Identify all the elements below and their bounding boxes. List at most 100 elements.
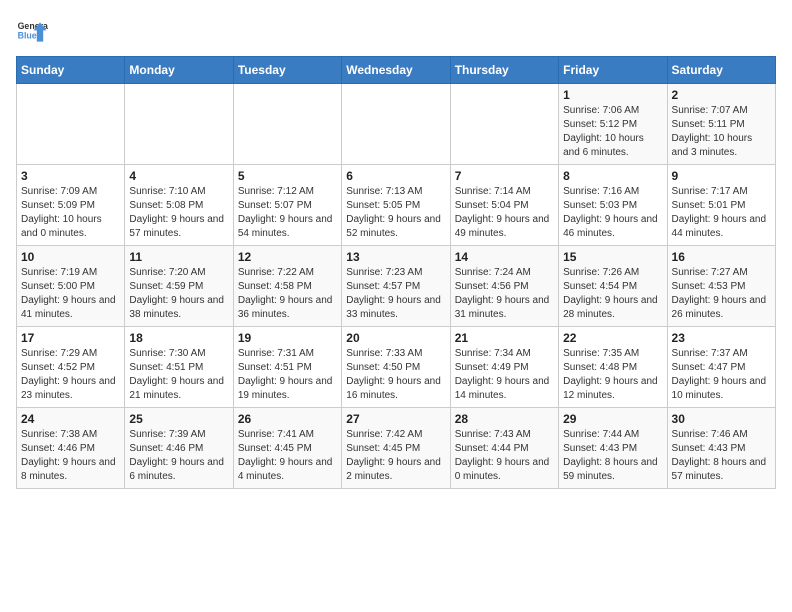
day-info: Sunrise: 7:16 AM Sunset: 5:03 PM Dayligh… [563,185,662,241]
day-number: 9 [672,169,771,183]
day-info: Sunrise: 7:41 AM Sunset: 4:45 PM Dayligh… [238,428,337,484]
day-number: 10 [21,250,120,264]
day-number: 25 [129,412,228,426]
calendar-week-row: 17Sunrise: 7:29 AM Sunset: 4:52 PM Dayli… [17,327,776,408]
calendar-day-cell: 23 Sunrise: 7:37 AM Sunset: 4:47 PM Dayli… [667,327,775,408]
day-info: Sunrise: 7:46 AM Sunset: 4:43 PM Dayligh… [672,428,771,484]
day-info: Sunrise: 7:37 AM Sunset: 4:47 PM Dayligh… [672,347,771,403]
day-number: 19 [238,331,337,345]
day-info: Sunrise: 7:06 AM Sunset: 5:12 PM Dayligh… [563,104,662,160]
calendar-day-cell: 6Sunrise: 7:13 AM Sunset: 5:05 PM Daylig… [342,165,450,246]
day-info: Sunrise: 7:23 AM Sunset: 4:57 PM Dayligh… [346,266,445,322]
day-number: 1 [563,88,662,102]
page-header: General Blue [16,16,776,48]
logo: General Blue [16,16,48,48]
calendar-day-cell: 19Sunrise: 7:31 AM Sunset: 4:51 PM Dayli… [233,327,341,408]
calendar-day-cell: 26 Sunrise: 7:41 AM Sunset: 4:45 PM Dayli… [233,408,341,489]
calendar-day-cell: 1 Sunrise: 7:06 AM Sunset: 5:12 PM Daylig… [559,84,667,165]
day-number: 22 [563,331,662,345]
calendar-day-cell: 7 Sunrise: 7:14 AM Sunset: 5:04 PM Daylig… [450,165,558,246]
day-info: Sunrise: 7:13 AM Sunset: 5:05 PM Dayligh… [346,185,445,241]
calendar-day-cell: 30Sunrise: 7:46 AM Sunset: 4:43 PM Dayli… [667,408,775,489]
day-number: 8 [563,169,662,183]
calendar-day-cell: 24Sunrise: 7:38 AM Sunset: 4:46 PM Dayli… [17,408,125,489]
day-number: 18 [129,331,228,345]
day-number: 2 [672,88,771,102]
day-info: Sunrise: 7:10 AM Sunset: 5:08 PM Dayligh… [129,185,228,241]
calendar-day-cell: 2 Sunrise: 7:07 AM Sunset: 5:11 PM Daylig… [667,84,775,165]
day-of-week-header: Sunday [17,57,125,84]
calendar-table: SundayMondayTuesdayWednesdayThursdayFrid… [16,56,776,489]
day-info: Sunrise: 7:27 AM Sunset: 4:53 PM Dayligh… [672,266,771,322]
calendar-day-cell: 27 Sunrise: 7:42 AM Sunset: 4:45 PM Dayli… [342,408,450,489]
calendar-day-cell [125,84,233,165]
calendar-day-cell: 18 Sunrise: 7:30 AM Sunset: 4:51 PM Dayli… [125,327,233,408]
day-info: Sunrise: 7:14 AM Sunset: 5:04 PM Dayligh… [455,185,554,241]
calendar-day-cell: 5 Sunrise: 7:12 AM Sunset: 5:07 PM Daylig… [233,165,341,246]
day-number: 21 [455,331,554,345]
day-number: 12 [238,250,337,264]
calendar-day-cell: 16 Sunrise: 7:27 AM Sunset: 4:53 PM Dayli… [667,246,775,327]
day-info: Sunrise: 7:43 AM Sunset: 4:44 PM Dayligh… [455,428,554,484]
day-info: Sunrise: 7:12 AM Sunset: 5:07 PM Dayligh… [238,185,337,241]
calendar-header-row: SundayMondayTuesdayWednesdayThursdayFrid… [17,57,776,84]
day-number: 3 [21,169,120,183]
calendar-day-cell [233,84,341,165]
day-number: 23 [672,331,771,345]
calendar-day-cell: 3 Sunrise: 7:09 AM Sunset: 5:09 PM Daylig… [17,165,125,246]
calendar-day-cell: 11 Sunrise: 7:20 AM Sunset: 4:59 PM Dayli… [125,246,233,327]
day-number: 29 [563,412,662,426]
day-info: Sunrise: 7:42 AM Sunset: 4:45 PM Dayligh… [346,428,445,484]
day-number: 11 [129,250,228,264]
day-of-week-header: Wednesday [342,57,450,84]
day-number: 13 [346,250,445,264]
calendar-day-cell: 8 Sunrise: 7:16 AM Sunset: 5:03 PM Daylig… [559,165,667,246]
calendar-day-cell: 15 Sunrise: 7:26 AM Sunset: 4:54 PM Dayli… [559,246,667,327]
day-number: 15 [563,250,662,264]
day-number: 4 [129,169,228,183]
calendar-day-cell: 22 Sunrise: 7:35 AM Sunset: 4:48 PM Dayli… [559,327,667,408]
day-info: Sunrise: 7:20 AM Sunset: 4:59 PM Dayligh… [129,266,228,322]
day-info: Sunrise: 7:34 AM Sunset: 4:49 PM Dayligh… [455,347,554,403]
day-of-week-header: Monday [125,57,233,84]
calendar-day-cell: 29 Sunrise: 7:44 AM Sunset: 4:43 PM Dayli… [559,408,667,489]
calendar-week-row: 1 Sunrise: 7:06 AM Sunset: 5:12 PM Daylig… [17,84,776,165]
day-info: Sunrise: 7:07 AM Sunset: 5:11 PM Dayligh… [672,104,771,160]
day-of-week-header: Tuesday [233,57,341,84]
day-info: Sunrise: 7:33 AM Sunset: 4:50 PM Dayligh… [346,347,445,403]
day-number: 27 [346,412,445,426]
calendar-day-cell: 14Sunrise: 7:24 AM Sunset: 4:56 PM Dayli… [450,246,558,327]
calendar-day-cell: 17Sunrise: 7:29 AM Sunset: 4:52 PM Dayli… [17,327,125,408]
calendar-day-cell: 28 Sunrise: 7:43 AM Sunset: 4:44 PM Dayli… [450,408,558,489]
day-info: Sunrise: 7:30 AM Sunset: 4:51 PM Dayligh… [129,347,228,403]
day-number: 16 [672,250,771,264]
calendar-day-cell: 10Sunrise: 7:19 AM Sunset: 5:00 PM Dayli… [17,246,125,327]
day-info: Sunrise: 7:09 AM Sunset: 5:09 PM Dayligh… [21,185,120,241]
calendar-week-row: 24Sunrise: 7:38 AM Sunset: 4:46 PM Dayli… [17,408,776,489]
calendar-day-cell: 25 Sunrise: 7:39 AM Sunset: 4:46 PM Dayli… [125,408,233,489]
day-info: Sunrise: 7:26 AM Sunset: 4:54 PM Dayligh… [563,266,662,322]
calendar-day-cell [342,84,450,165]
day-info: Sunrise: 7:38 AM Sunset: 4:46 PM Dayligh… [21,428,120,484]
calendar-day-cell [450,84,558,165]
calendar-day-cell: 4 Sunrise: 7:10 AM Sunset: 5:08 PM Daylig… [125,165,233,246]
day-of-week-header: Thursday [450,57,558,84]
day-info: Sunrise: 7:22 AM Sunset: 4:58 PM Dayligh… [238,266,337,322]
calendar-day-cell: 21 Sunrise: 7:34 AM Sunset: 4:49 PM Dayli… [450,327,558,408]
calendar-day-cell [17,84,125,165]
day-info: Sunrise: 7:44 AM Sunset: 4:43 PM Dayligh… [563,428,662,484]
calendar-day-cell: 20 Sunrise: 7:33 AM Sunset: 4:50 PM Dayli… [342,327,450,408]
svg-text:Blue: Blue [18,30,37,40]
day-number: 26 [238,412,337,426]
day-of-week-header: Friday [559,57,667,84]
day-info: Sunrise: 7:39 AM Sunset: 4:46 PM Dayligh… [129,428,228,484]
calendar-week-row: 3 Sunrise: 7:09 AM Sunset: 5:09 PM Daylig… [17,165,776,246]
day-number: 7 [455,169,554,183]
day-info: Sunrise: 7:35 AM Sunset: 4:48 PM Dayligh… [563,347,662,403]
day-of-week-header: Saturday [667,57,775,84]
day-number: 28 [455,412,554,426]
day-number: 20 [346,331,445,345]
calendar-day-cell: 12 Sunrise: 7:22 AM Sunset: 4:58 PM Dayli… [233,246,341,327]
day-number: 5 [238,169,337,183]
logo-icon: General Blue [16,16,48,48]
